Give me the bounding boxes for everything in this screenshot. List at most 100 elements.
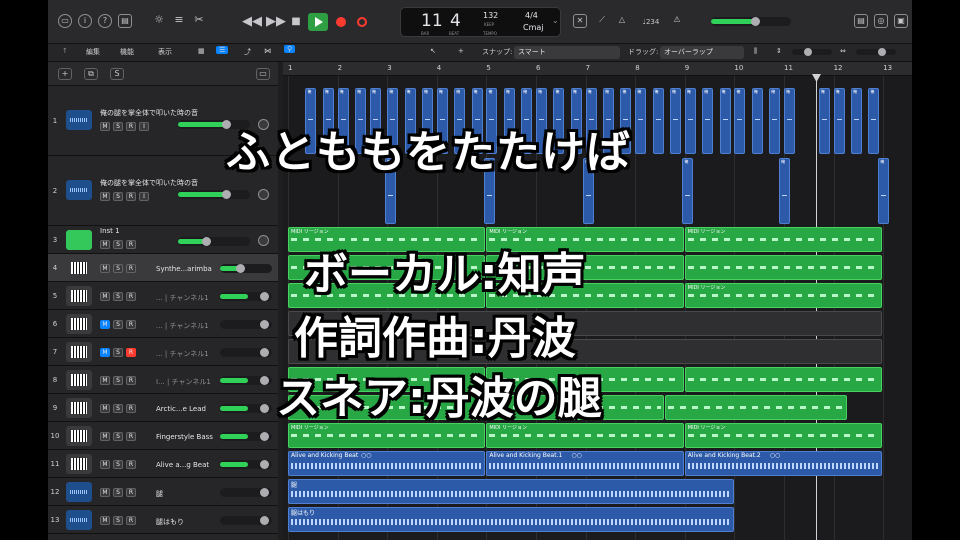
track-name[interactable]: ... | チャンネル1	[156, 349, 209, 359]
record-enable-button[interactable]: R	[126, 460, 136, 469]
duplicate-track-icon[interactable]: ⧉	[84, 68, 98, 80]
rewind-button[interactable]: ◀◀	[242, 13, 262, 31]
mute-button[interactable]: M	[100, 488, 110, 497]
menu-functions[interactable]: 機能	[120, 47, 134, 57]
volume-slider[interactable]	[220, 432, 272, 441]
track-name[interactable]: 俺の腿を掌全体で叩いた時の音	[100, 108, 198, 118]
volume-slider[interactable]	[220, 516, 272, 525]
solo-button[interactable]: S	[113, 404, 123, 413]
audio-slice[interactable]: 俺	[818, 88, 830, 154]
track-name[interactable]: ... | チャンネル1	[156, 293, 209, 303]
vertical-zoom-icon[interactable]: ⇕	[776, 47, 782, 55]
track-name[interactable]: 腿はもり	[156, 517, 184, 527]
solo-button[interactable]: S	[113, 192, 123, 201]
audio-slice[interactable]: 俺	[878, 158, 890, 224]
audio-slice[interactable]: 俺	[779, 158, 791, 224]
mute-button[interactable]: M	[100, 264, 110, 273]
midi-region[interactable]: MIDI リージョン	[288, 423, 486, 448]
input-monitor-button[interactable]: I	[139, 122, 149, 131]
solo-button[interactable]: S	[113, 516, 123, 525]
mute-button[interactable]: M	[100, 320, 110, 329]
loop-browser-icon[interactable]: ◎	[874, 14, 888, 28]
midi-region[interactable]: MIDI リージョン	[684, 227, 883, 252]
solo-button[interactable]: S	[113, 292, 123, 301]
record-enable-button[interactable]: R	[126, 404, 136, 413]
mute-button[interactable]: M	[100, 376, 110, 385]
track-header[interactable]: 11 M S R Alive a...g Beat	[48, 450, 278, 478]
track-header[interactable]: 13 M S R 腿はもり	[48, 506, 278, 534]
volume-knob[interactable]	[222, 190, 231, 199]
horizontal-zoom-knob[interactable]	[878, 48, 886, 56]
editors-icon[interactable]: ✂	[192, 14, 206, 28]
catch-playhead-icon[interactable]: ▭	[256, 68, 270, 80]
record-enable-button[interactable]: R	[126, 488, 136, 497]
volume-slider[interactable]	[220, 488, 272, 497]
record-enable-button[interactable]: R	[126, 432, 136, 441]
solo-button[interactable]: S	[113, 240, 123, 249]
volume-slider[interactable]	[178, 237, 250, 246]
mute-button[interactable]: M	[100, 348, 110, 357]
back-arrow-icon[interactable]: ↑	[62, 47, 68, 55]
info-icon[interactable]: i	[78, 14, 92, 28]
drummer-region[interactable]: Alive and Kicking Beat ○○	[288, 451, 486, 476]
pencil-tool-icon[interactable]: +	[458, 47, 464, 55]
audio-slice[interactable]: 俺	[769, 88, 781, 154]
smart-controls-icon[interactable]: ☼	[152, 14, 166, 28]
solo-button[interactable]: S	[113, 460, 123, 469]
track-header[interactable]: 5 M S R ... | チャンネル1	[48, 282, 278, 310]
track-header[interactable]: 6 M S R ... | チャンネル1	[48, 310, 278, 338]
waveform-zoom-icon[interactable]: ⫼	[754, 47, 757, 56]
volume-knob[interactable]	[260, 292, 269, 301]
record-enable-button[interactable]: R	[126, 122, 136, 131]
audio-slice[interactable]: 俺	[868, 88, 880, 154]
menu-edit[interactable]: 編集	[86, 47, 100, 57]
track-name[interactable]: ... | チャンネル1	[156, 321, 209, 331]
audio-slice[interactable]: 俺	[652, 88, 664, 154]
drummer-region[interactable]: Alive and Kicking Beat.2 ○○	[684, 451, 883, 476]
volume-slider[interactable]	[220, 460, 272, 469]
audio-slice[interactable]: 俺	[751, 88, 763, 154]
browser-icon[interactable]: ▣	[894, 14, 908, 28]
volume-slider[interactable]	[220, 404, 272, 413]
audio-slice[interactable]: 俺	[850, 88, 862, 154]
solo-button[interactable]: S	[113, 432, 123, 441]
global-solo-icon[interactable]: S	[110, 68, 124, 80]
track-name[interactable]: Inst 1	[100, 227, 120, 235]
audio-slice[interactable]: 俺	[734, 88, 746, 154]
track-header[interactable]: 4 M S R Synthe...arimba	[48, 254, 278, 282]
drummer-region[interactable]: Alive and Kicking Beat.1 ○○	[486, 451, 684, 476]
volume-knob[interactable]	[260, 488, 269, 497]
catch-icon[interactable]: ⤴	[244, 47, 251, 57]
midi-region[interactable]: MIDI リージョン	[486, 423, 684, 448]
record-enable-button[interactable]: R	[126, 320, 136, 329]
mute-button[interactable]: M	[100, 460, 110, 469]
audio-slice[interactable]: 俺	[833, 88, 845, 154]
horizontal-zoom-icon[interactable]: ⇔	[840, 47, 846, 55]
forward-button[interactable]: ▶▶	[266, 13, 286, 31]
record-button[interactable]	[336, 17, 346, 27]
record-enable-button[interactable]: R	[126, 292, 136, 301]
volume-knob[interactable]	[260, 404, 269, 413]
track-name[interactable]: Arctic...e Lead	[156, 405, 206, 413]
mute-button[interactable]: M	[100, 192, 110, 201]
audio-slice[interactable]: 俺	[784, 88, 795, 154]
pointer-tool-icon[interactable]: ↖	[430, 47, 436, 55]
mute-button[interactable]: M	[100, 432, 110, 441]
mute-button[interactable]: M	[100, 292, 110, 301]
mute-button[interactable]: M	[100, 122, 110, 131]
volume-knob[interactable]	[260, 432, 269, 441]
record-enable-button[interactable]: R	[126, 516, 136, 525]
play-button[interactable]	[308, 13, 328, 31]
audio-slice[interactable]: 俺	[719, 88, 731, 154]
mixer-icon[interactable]: ≡	[172, 14, 186, 28]
replace-icon[interactable]: ✕	[573, 14, 587, 28]
volume-knob[interactable]	[236, 264, 245, 273]
volume-knob[interactable]	[260, 516, 269, 525]
vertical-zoom-slider[interactable]	[792, 48, 832, 56]
solo-button[interactable]: S	[113, 348, 123, 357]
master-volume-knob[interactable]	[751, 17, 760, 26]
midi-region[interactable]	[684, 255, 883, 280]
add-track-icon[interactable]: +	[58, 68, 72, 80]
solo-button[interactable]: S	[113, 376, 123, 385]
library-icon[interactable]: ▭	[58, 14, 72, 28]
